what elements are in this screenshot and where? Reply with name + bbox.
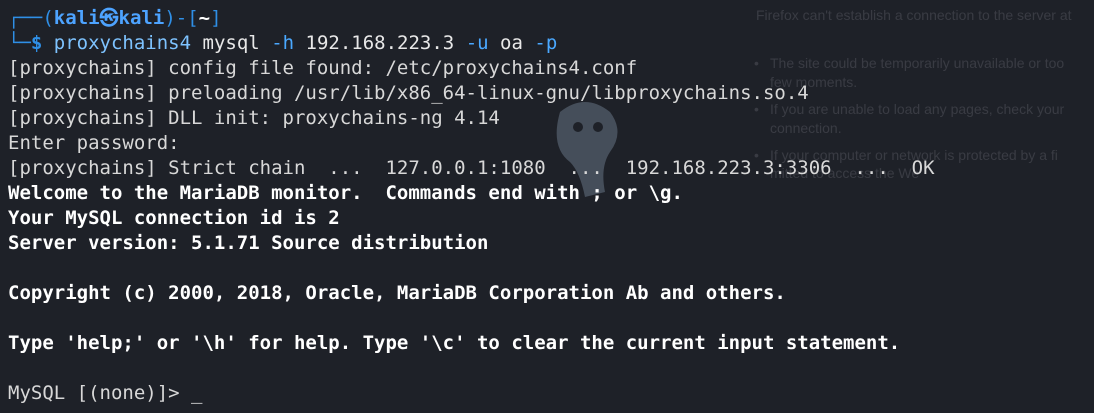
output-line: [proxychains] Strict chain ... 127.0.0.1… — [8, 157, 935, 179]
prompt-at-symbol: ㉿ — [99, 7, 119, 29]
command-user: oa — [500, 32, 523, 54]
text-cursor[interactable]: _ — [191, 381, 202, 406]
banner-line — [8, 356, 1094, 381]
prompt-directory: ~ — [198, 7, 211, 29]
command-flag-pass: -p — [534, 32, 558, 54]
prompt-host: kali — [118, 7, 165, 29]
mysql-prompt-line[interactable]: MySQL [(none)]> _ — [8, 381, 1094, 406]
output-line: [proxychains] config file found: /etc/pr… — [8, 57, 638, 79]
output-line: Enter password: — [8, 132, 180, 154]
mysql-prompt: MySQL [(none)]> — [8, 382, 192, 404]
banner-line: Server version: 5.1.71 Source distributi… — [8, 232, 489, 254]
command-flag-user: -u — [465, 32, 489, 54]
command-sub: mysql — [202, 32, 260, 54]
command-host: 192.168.223.3 — [305, 32, 455, 54]
terminal-output[interactable]: ┌──(kali㉿kali)-[~] └─$ proxychains4 mysq… — [8, 6, 1094, 406]
command-line: └─$ proxychains4 mysql -h 192.168.223.3 … — [8, 32, 558, 54]
prompt-dollar: $ — [30, 32, 43, 54]
output-line: [proxychains] DLL init: proxychains-ng 4… — [8, 107, 500, 129]
command-flag-host: -h — [271, 32, 295, 54]
output-line: [proxychains] preloading /usr/lib/x86_64… — [8, 82, 809, 104]
banner-line — [8, 256, 1094, 281]
command-program: proxychains4 — [53, 32, 192, 54]
banner-line: Your MySQL connection id is 2 — [8, 207, 340, 229]
terminal-window[interactable]: Firefox can't establish a connection to … — [0, 0, 1094, 413]
banner-line — [8, 306, 1094, 331]
prompt-header: ┌──(kali㉿kali)-[~] — [8, 7, 222, 29]
prompt-user: kali — [53, 7, 100, 29]
banner-line: Type 'help;' or '\h' for help. Type '\c'… — [8, 332, 901, 354]
banner-line: Copyright (c) 2000, 2018, Oracle, MariaD… — [8, 282, 786, 304]
banner-line: Welcome to the MariaDB monitor. Commands… — [8, 182, 683, 204]
